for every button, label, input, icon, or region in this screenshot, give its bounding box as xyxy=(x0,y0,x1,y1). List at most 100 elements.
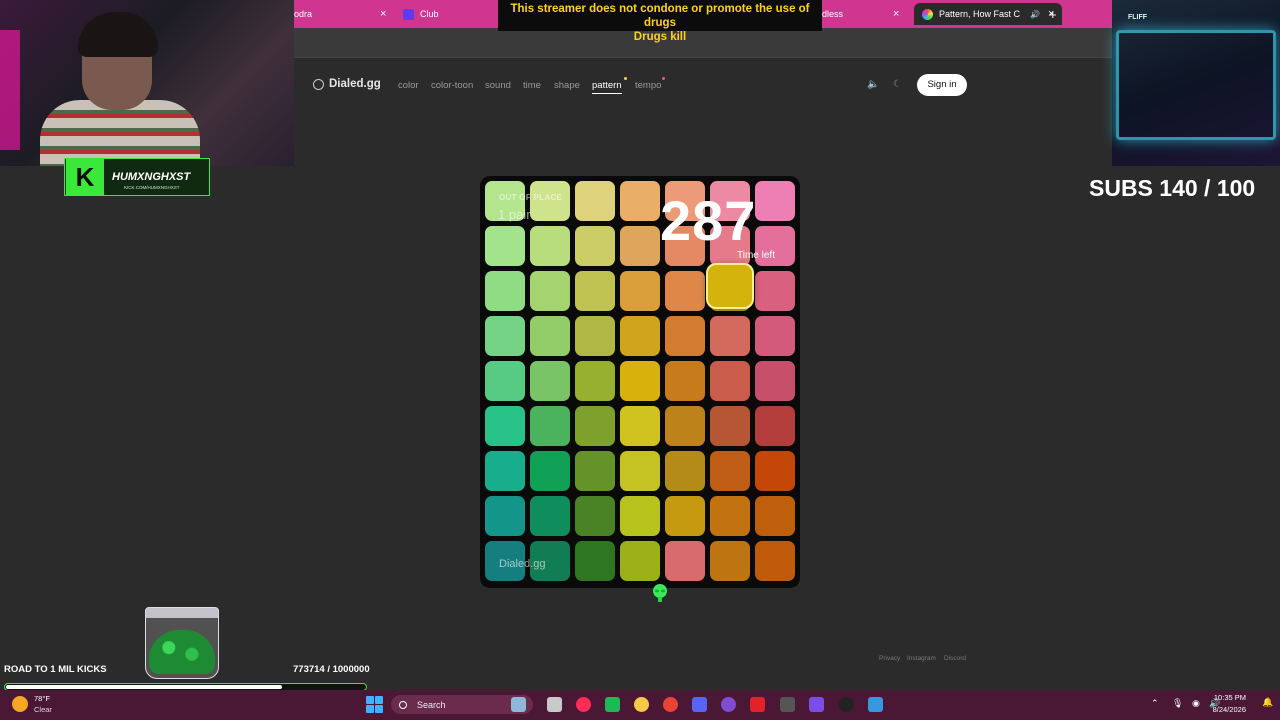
tile-r5-c2[interactable] xyxy=(575,406,615,446)
chevron-up-icon[interactable]: ⌃ xyxy=(1151,698,1159,709)
clock-time[interactable]: 10:35 PM xyxy=(1206,693,1246,702)
tab-odra[interactable]: odra × xyxy=(294,3,386,25)
tile-r0-c6[interactable] xyxy=(755,181,795,221)
clock-date[interactable]: 8/24/2026 xyxy=(1198,705,1246,714)
speaker-icon[interactable]: 🔊 xyxy=(1030,10,1040,19)
nav-shape[interactable]: shape xyxy=(554,80,580,91)
chrome-icon[interactable] xyxy=(634,697,649,712)
tile-r1-c0[interactable] xyxy=(485,226,525,266)
tile-r0-c3[interactable] xyxy=(620,181,660,221)
steam-icon[interactable] xyxy=(868,697,883,712)
tile-r4-c5[interactable] xyxy=(710,361,750,401)
tile-r6-c3[interactable] xyxy=(620,451,660,491)
tab-pattern[interactable]: Pattern, How Fast C 🔊 × xyxy=(914,3,1063,25)
chrome-active-icon[interactable] xyxy=(839,697,854,712)
tile-r8-c4[interactable] xyxy=(665,541,705,581)
tile-r8-c2[interactable] xyxy=(575,541,615,581)
tile-r7-c2[interactable] xyxy=(575,496,615,536)
tile-r3-c3[interactable] xyxy=(620,316,660,356)
nav-color[interactable]: color xyxy=(398,80,419,91)
tile-r4-c2[interactable] xyxy=(575,361,615,401)
opera-icon[interactable] xyxy=(721,697,736,712)
weather-temp[interactable]: 78°F xyxy=(34,694,50,703)
tile-r8-c5[interactable] xyxy=(710,541,750,581)
weather-moon-icon[interactable] xyxy=(12,696,28,712)
tile-r6-c4[interactable] xyxy=(665,451,705,491)
new-tab-button[interactable]: + xyxy=(1049,3,1057,25)
tile-r7-c6[interactable] xyxy=(755,496,795,536)
tile-r1-c1[interactable] xyxy=(530,226,570,266)
tile-r3-c6[interactable] xyxy=(755,316,795,356)
nav-pattern[interactable]: pattern xyxy=(592,80,622,94)
tile-r4-c3[interactable] xyxy=(620,361,660,401)
tile-r8-c6[interactable] xyxy=(755,541,795,581)
tile-r5-c4[interactable] xyxy=(665,406,705,446)
tab-dless[interactable]: dless × xyxy=(822,3,899,25)
start-button[interactable] xyxy=(366,696,383,713)
close-icon[interactable]: × xyxy=(380,8,386,20)
tile-r4-c0[interactable] xyxy=(485,361,525,401)
tile-r7-c0[interactable] xyxy=(485,496,525,536)
tile-r4-c4[interactable] xyxy=(665,361,705,401)
tile-r2-c1[interactable] xyxy=(530,271,570,311)
tile-r2-c4[interactable] xyxy=(665,271,705,311)
tile-r6-c1[interactable] xyxy=(530,451,570,491)
footer-privacy[interactable]: Privacy xyxy=(879,655,900,662)
site-logo[interactable]: Dialed.gg xyxy=(313,78,381,90)
start-pane xyxy=(375,696,383,704)
tile-r0-c2[interactable] xyxy=(575,181,615,221)
files-icon[interactable] xyxy=(511,697,526,712)
tile-r5-c0[interactable] xyxy=(485,406,525,446)
tile-r3-c2[interactable] xyxy=(575,316,615,356)
tile-r1-c3[interactable] xyxy=(620,226,660,266)
tile-r7-c1[interactable] xyxy=(530,496,570,536)
tile-r5-c5[interactable] xyxy=(710,406,750,446)
nav-time[interactable]: time xyxy=(523,80,541,91)
tile-r7-c4[interactable] xyxy=(665,496,705,536)
tile-r4-c1[interactable] xyxy=(530,361,570,401)
tile-r3-c5[interactable] xyxy=(710,316,750,356)
tile-r3-c1[interactable] xyxy=(530,316,570,356)
nav-sound[interactable]: sound xyxy=(485,80,511,91)
tile-r2-c6[interactable] xyxy=(755,271,795,311)
tile-r2-c2[interactable] xyxy=(575,271,615,311)
volume-icon[interactable]: 🔈 xyxy=(867,79,879,90)
tile-r3-c0[interactable] xyxy=(485,316,525,356)
tile-r6-c5[interactable] xyxy=(710,451,750,491)
tab-club[interactable]: Club xyxy=(403,3,439,25)
tile-r6-c2[interactable] xyxy=(575,451,615,491)
microphone-icon[interactable]: 🎙 xyxy=(1172,698,1183,709)
tile-r2-c3[interactable] xyxy=(620,271,660,311)
tile-r6-c6[interactable] xyxy=(755,451,795,491)
sign-in-button[interactable]: Sign in xyxy=(917,74,967,96)
music-icon[interactable] xyxy=(547,697,562,712)
weather-condition[interactable]: Clear xyxy=(34,705,52,714)
discord-icon[interactable] xyxy=(663,697,678,712)
notification-bell-icon[interactable]: 🔔 xyxy=(1262,697,1273,708)
start-pane xyxy=(366,705,374,713)
folder-icon[interactable] xyxy=(605,697,620,712)
steam-helper-icon[interactable] xyxy=(750,697,765,712)
tile-r7-c5[interactable] xyxy=(710,496,750,536)
terminal-icon[interactable] xyxy=(809,697,824,712)
tile-r5-c1[interactable] xyxy=(530,406,570,446)
close-icon[interactable]: × xyxy=(893,8,899,20)
tile-r8-c3[interactable] xyxy=(620,541,660,581)
nav-color-toon[interactable]: color-toon xyxy=(431,80,473,91)
tile-r6-c0[interactable] xyxy=(485,451,525,491)
tile-r7-c3[interactable] xyxy=(620,496,660,536)
tile-r5-c6[interactable] xyxy=(755,406,795,446)
tile-r4-c6[interactable] xyxy=(755,361,795,401)
tile-r3-c4[interactable] xyxy=(665,316,705,356)
spotify-icon[interactable] xyxy=(576,697,591,712)
footer-instagram[interactable]: Instagram xyxy=(907,655,936,662)
moon-icon[interactable]: ☾ xyxy=(893,79,902,90)
obs-icon[interactable] xyxy=(780,697,795,712)
nav-tempo[interactable]: tempo xyxy=(635,80,661,91)
footer-discord[interactable]: Discord xyxy=(944,655,966,662)
tile-r1-c2[interactable] xyxy=(575,226,615,266)
tile-r5-c3[interactable] xyxy=(620,406,660,446)
highlighted-tile[interactable] xyxy=(708,265,752,307)
tile-r2-c0[interactable] xyxy=(485,271,525,311)
tor-icon[interactable] xyxy=(692,697,707,712)
